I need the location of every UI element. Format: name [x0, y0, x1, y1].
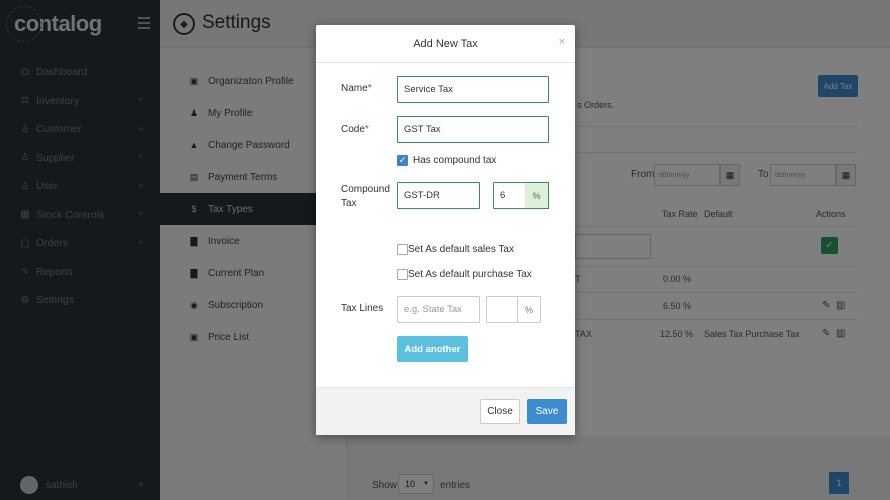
- code-label: Code*: [341, 124, 369, 135]
- tax-line-name-input[interactable]: e.g. State Tax: [397, 296, 480, 323]
- name-label: Name*: [341, 83, 372, 94]
- add-new-tax-modal: Add New Tax × Name* Service Tax Code* GS…: [316, 25, 575, 435]
- modal-footer: Close Save: [316, 387, 575, 435]
- default-sales-tax-checkbox[interactable]: [397, 244, 408, 255]
- default-purchase-tax-label: Set As default purchase Tax: [408, 269, 532, 280]
- name-input[interactable]: Service Tax: [397, 76, 549, 103]
- save-button[interactable]: Save: [527, 399, 567, 424]
- add-another-button[interactable]: Add another: [397, 336, 468, 362]
- has-compound-tax-label: Has compound tax: [413, 155, 497, 166]
- tax-line-rate-input[interactable]: [486, 296, 518, 323]
- compound-tax-label: Compound Tax: [341, 184, 390, 209]
- modal-header: Add New Tax ×: [316, 25, 575, 63]
- default-purchase-tax-checkbox[interactable]: [397, 269, 408, 280]
- percent-addon: %: [517, 296, 541, 323]
- compound-rate-input[interactable]: 6: [493, 182, 526, 209]
- percent-addon: %: [525, 182, 549, 209]
- close-button[interactable]: Close: [480, 399, 520, 424]
- close-icon[interactable]: ×: [559, 36, 565, 48]
- compound-tax-input[interactable]: GST-DR: [397, 182, 480, 209]
- tax-lines-label: Tax Lines: [341, 303, 384, 314]
- modal-title: Add New Tax: [413, 37, 478, 50]
- default-sales-tax-label: Set As default sales Tax: [408, 244, 514, 255]
- has-compound-tax-checkbox[interactable]: ✓: [397, 155, 408, 166]
- code-input[interactable]: GST Tax: [397, 116, 549, 143]
